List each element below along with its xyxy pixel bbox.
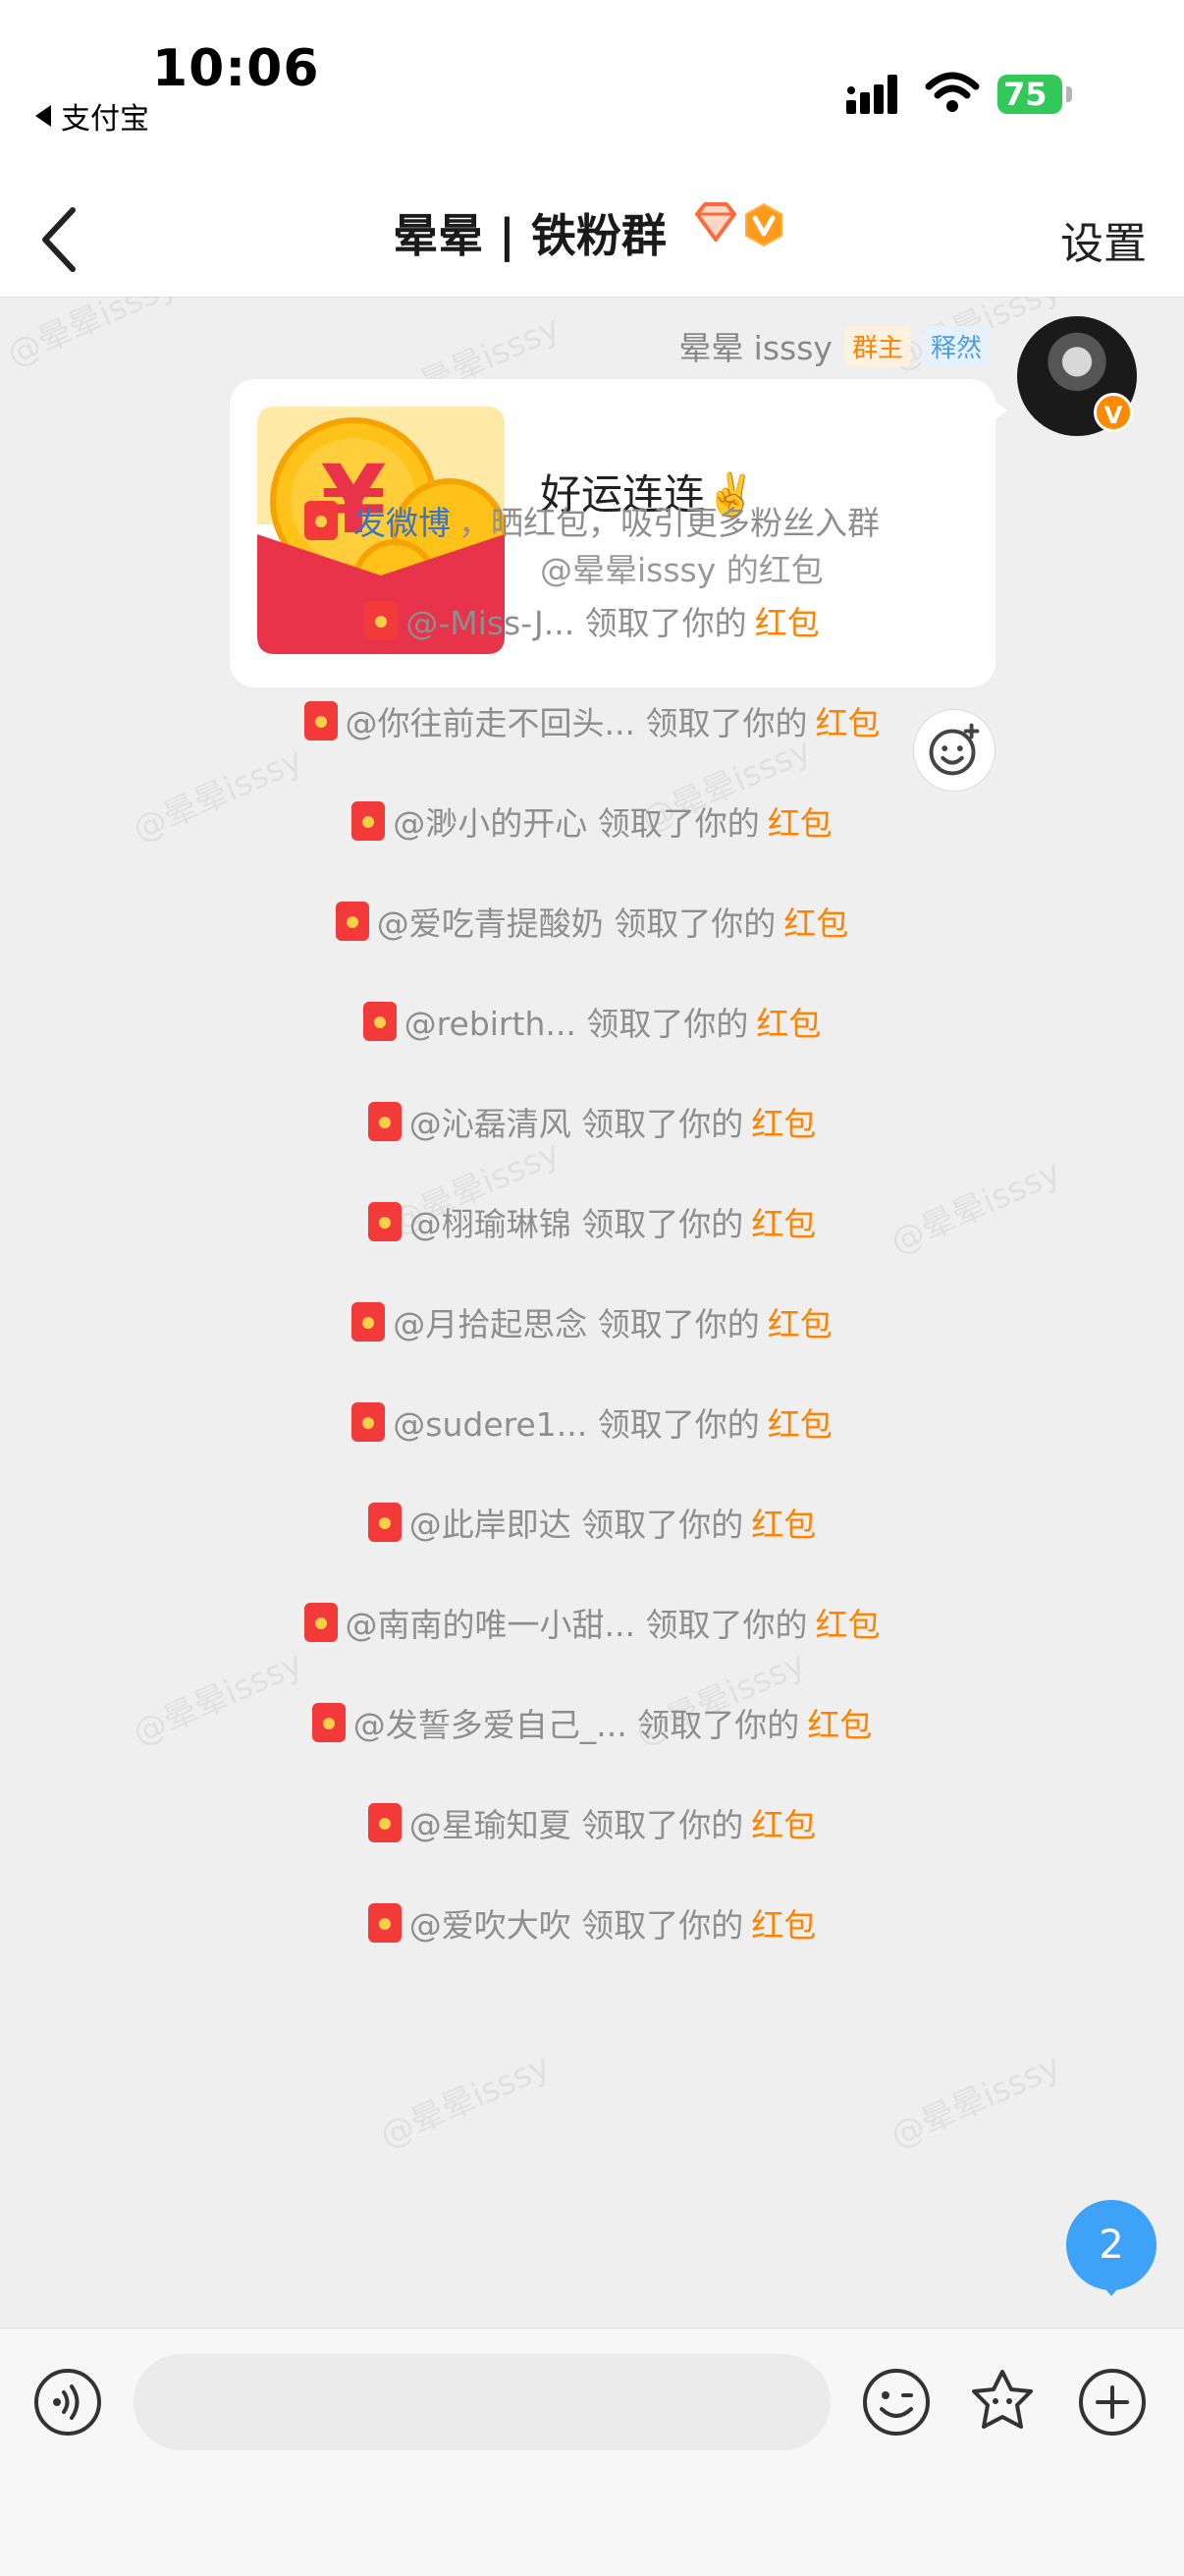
claim-notice: @爱吃青提酸奶 领取了你的 红包	[0, 898, 1184, 945]
red-packet-icon	[311, 1703, 346, 1742]
cellular-signal-icon	[846, 75, 897, 114]
claim-notice: @此岸即达 领取了你的 红包	[0, 1499, 1184, 1546]
red-packet-link[interactable]: 红包	[751, 1499, 816, 1546]
red-packet-link[interactable]: 红包	[755, 597, 820, 644]
title-tag: 释然	[922, 325, 990, 366]
claim-text: @-Miss-J... 领取了你的	[405, 604, 747, 642]
red-packet-subtitle: @晕晕isssy 的红包	[540, 551, 824, 589]
red-packet-icon	[367, 1102, 402, 1141]
unread-count-badge[interactable]: 2	[1066, 2200, 1157, 2290]
claim-text: @爱吃青提酸奶 领取了你的	[376, 904, 777, 943]
red-packet-link[interactable]: 红包	[768, 797, 833, 845]
wifi-icon	[925, 72, 980, 112]
claim-notice: @星瑜知夏 领取了你的 红包	[0, 1799, 1184, 1846]
red-packet-link[interactable]: 红包	[751, 1198, 816, 1245]
claim-text: @rebirth... 领取了你的	[404, 1005, 749, 1043]
watermark: @晕晕isssy	[374, 2046, 557, 2157]
red-packet-icon	[303, 1603, 338, 1642]
claim-text: @此岸即达 领取了你的	[408, 1506, 744, 1544]
nav-bar: 晕晕 | 铁粉群 设置	[0, 177, 1184, 298]
unread-badge-tail	[1100, 2282, 1123, 2296]
red-packet-icon	[367, 1803, 402, 1842]
battery-cap	[1066, 86, 1072, 102]
group-title: 晕晕 | 铁粉群	[393, 209, 667, 262]
sender-name[interactable]: 晕晕 isssy	[678, 322, 833, 369]
back-app-label: 支付宝	[61, 102, 149, 137]
claim-text: @sudere1... 领取了你的	[393, 1405, 760, 1444]
red-packet-icon	[304, 501, 338, 540]
claim-notice: @栩瑜琳锦 领取了你的 红包	[0, 1198, 1184, 1245]
watermark: @晕晕isssy	[1, 297, 184, 375]
claim-text: @爱吹大吹 领取了你的	[408, 1906, 744, 1945]
back-triangle-icon	[35, 105, 51, 127]
claim-notice: @sudere1... 领取了你的 红包	[0, 1398, 1184, 1446]
red-packet-link[interactable]: 红包	[751, 1799, 816, 1846]
red-packet-icon	[335, 902, 369, 941]
status-time: 10:06	[152, 39, 320, 98]
status-bar: 10:06 支付宝 75	[0, 0, 1184, 177]
red-packet-link[interactable]: 红包	[756, 998, 821, 1045]
chat-area[interactable]: @晕晕isssy @晕晕isssy @晕晕isssy @晕晕isssy @晕晕i…	[0, 297, 1184, 2328]
post-weibo-link[interactable]: 发微博	[353, 497, 451, 544]
avatar-verified-icon: V	[1094, 393, 1133, 432]
red-packet-link[interactable]: 红包	[768, 1298, 833, 1345]
system-notice: 发微博 ，晒红包，吸引更多粉丝入群	[0, 497, 1184, 544]
claim-text: @发誓多爱自己_... 领取了你的	[352, 1706, 800, 1744]
red-packet-icon	[367, 1903, 402, 1943]
bubble-tail	[992, 399, 1007, 422]
claim-notice: @沁磊清风 领取了你的 红包	[0, 1098, 1184, 1145]
watermark: @晕晕isssy	[885, 2046, 1067, 2157]
red-packet-icon	[364, 601, 399, 640]
red-packet-link[interactable]: 红包	[815, 697, 880, 744]
settings-button[interactable]: 设置	[1060, 208, 1147, 271]
claim-notice: @-Miss-J... 领取了你的 红包	[0, 597, 1184, 644]
red-packet-icon	[362, 1002, 397, 1041]
red-packet-link[interactable]: 红包	[815, 1599, 880, 1646]
back-chevron-icon[interactable]	[29, 200, 88, 279]
fan-diamond-icon	[695, 202, 736, 242]
voice-input-icon[interactable]	[31, 2366, 104, 2439]
claim-text: @月拾起思念 领取了你的	[393, 1305, 760, 1343]
claim-text: @星瑜知夏 领取了你的	[408, 1806, 744, 1844]
verified-v-icon	[745, 202, 782, 247]
claim-notice: @发誓多爱自己_... 领取了你的 红包	[0, 1699, 1184, 1746]
red-packet-link[interactable]: 红包	[807, 1699, 872, 1746]
back-to-app-link[interactable]: 支付宝	[35, 94, 149, 137]
claim-notice: @南南的唯一小甜... 领取了你的 红包	[0, 1599, 1184, 1646]
input-bar	[0, 2328, 1184, 2576]
claim-text: @南南的唯一小甜... 领取了你的	[345, 1606, 808, 1644]
sticker-icon[interactable]	[966, 2366, 1039, 2439]
sender-info: 晕晕 isssy 群主 释然	[678, 322, 990, 369]
plus-icon[interactable]	[1076, 2366, 1149, 2439]
claim-text: @渺小的开心 领取了你的	[393, 804, 760, 843]
message-input[interactable]	[134, 2354, 831, 2450]
red-packet-link[interactable]: 红包	[783, 898, 848, 945]
claim-text: @栩瑜琳锦 领取了你的	[408, 1205, 744, 1243]
red-packet-icon	[351, 1402, 386, 1442]
claim-notice: @爱吹大吹 领取了你的 红包	[0, 1899, 1184, 1946]
claim-notice: @渺小的开心 领取了你的 红包	[0, 797, 1184, 845]
claim-text: @沁磊清风 领取了你的	[408, 1105, 744, 1143]
claim-notice: @你往前走不回头... 领取了你的 红包	[0, 697, 1184, 744]
battery-level: 75	[997, 75, 1062, 114]
red-packet-link[interactable]: 红包	[768, 1398, 833, 1446]
red-packet-icon	[351, 801, 386, 841]
battery-percent: 75	[1003, 76, 1048, 113]
red-packet-link[interactable]: 红包	[751, 1899, 816, 1946]
claim-text: @你往前走不回头... 领取了你的	[345, 704, 808, 742]
emoji-icon[interactable]	[860, 2366, 933, 2439]
owner-tag: 群主	[843, 325, 911, 366]
red-packet-icon	[303, 701, 338, 740]
notice-text: ，晒红包，吸引更多粉丝入群	[458, 504, 880, 542]
red-packet-icon	[367, 1503, 402, 1542]
red-packet-link[interactable]: 红包	[751, 1098, 816, 1145]
claim-notice: @月拾起思念 领取了你的 红包	[0, 1298, 1184, 1345]
claim-notice: @rebirth... 领取了你的 红包	[0, 998, 1184, 1045]
red-packet-icon	[351, 1302, 386, 1342]
red-packet-icon	[367, 1202, 402, 1241]
